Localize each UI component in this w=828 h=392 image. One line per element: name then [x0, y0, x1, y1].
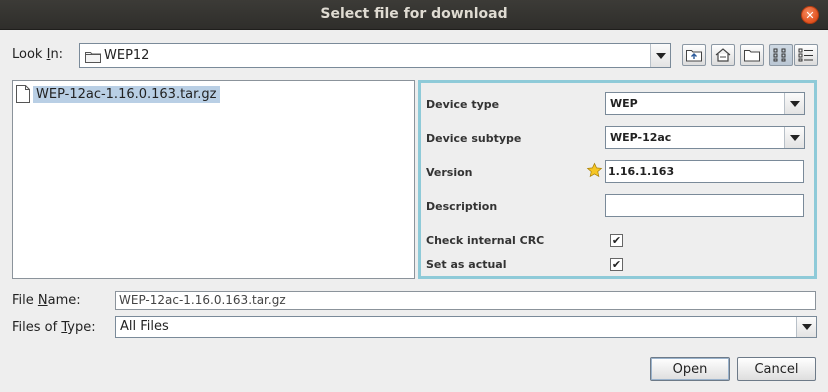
device-subtype-label: Device subtype: [426, 132, 522, 145]
checkmark-icon: ✔: [611, 234, 622, 247]
look-in-combo[interactable]: WEP12: [79, 43, 671, 68]
set-actual-checkbox[interactable]: ✔: [610, 258, 623, 271]
description-label: Description: [426, 200, 498, 213]
chevron-down-icon: [789, 100, 800, 107]
check-crc-label: Check internal CRC: [426, 234, 545, 247]
version-label: Version: [426, 166, 473, 179]
file-icon: [16, 85, 30, 103]
star-icon: [586, 162, 603, 178]
device-subtype-dropdown-button[interactable]: [784, 127, 804, 148]
details-view-icon: [798, 48, 813, 62]
open-button[interactable]: Open: [650, 357, 730, 381]
device-type-label: Device type: [426, 98, 500, 111]
description-input[interactable]: [605, 194, 804, 217]
check-crc-checkbox[interactable]: ✔: [610, 234, 623, 247]
title-bar: Select file for download ✕: [0, 0, 828, 30]
file-type-value: All Files: [120, 319, 169, 334]
version-input[interactable]: 1.16.1.163: [605, 160, 804, 183]
close-button[interactable]: ✕: [801, 6, 819, 24]
list-item[interactable]: WEP-12ac-1.16.0.163.tar.gz: [16, 84, 220, 104]
properties-panel: Device type WEP Device subtype WEP-12ac …: [418, 80, 817, 279]
file-name-label: File Name:: [12, 293, 81, 308]
device-type-dropdown-button[interactable]: [784, 93, 804, 114]
list-view-icon: [773, 48, 786, 62]
details-view-button[interactable]: [794, 44, 818, 66]
chevron-down-icon: [801, 324, 812, 330]
list-view-button[interactable]: [769, 44, 793, 66]
chevron-down-icon: [655, 52, 666, 59]
chevron-down-icon: [789, 134, 800, 141]
file-name-input[interactable]: WEP-12ac-1.16.0.163.tar.gz: [115, 291, 816, 310]
device-type-value: WEP: [610, 97, 638, 110]
device-type-combo[interactable]: WEP: [605, 92, 805, 115]
device-subtype-combo[interactable]: WEP-12ac: [605, 126, 805, 149]
home-icon: [715, 48, 731, 62]
window-title: Select file for download: [320, 6, 508, 22]
file-list[interactable]: WEP-12ac-1.16.0.163.tar.gz: [12, 80, 415, 279]
set-actual-label: Set as actual: [426, 258, 507, 271]
cancel-button[interactable]: Cancel: [737, 357, 816, 381]
look-in-dropdown-button[interactable]: [650, 44, 670, 67]
current-folder: WEP12: [104, 48, 150, 63]
file-type-dropdown-button[interactable]: [796, 317, 816, 337]
home-button[interactable]: [711, 44, 735, 66]
file-type-label: Files of Type:: [12, 320, 96, 335]
up-one-level-icon: [686, 50, 702, 62]
checkmark-icon: ✔: [611, 258, 622, 271]
file-type-combo[interactable]: All Files: [115, 316, 817, 338]
folder-icon: [85, 52, 101, 63]
new-folder-icon: [744, 50, 760, 62]
close-icon: ✕: [805, 8, 815, 22]
up-one-level-button[interactable]: [682, 44, 706, 66]
look-in-label: Look In:: [12, 47, 64, 62]
new-folder-button[interactable]: [740, 44, 764, 66]
device-subtype-value: WEP-12ac: [610, 131, 672, 144]
file-name: WEP-12ac-1.16.0.163.tar.gz: [33, 85, 220, 103]
